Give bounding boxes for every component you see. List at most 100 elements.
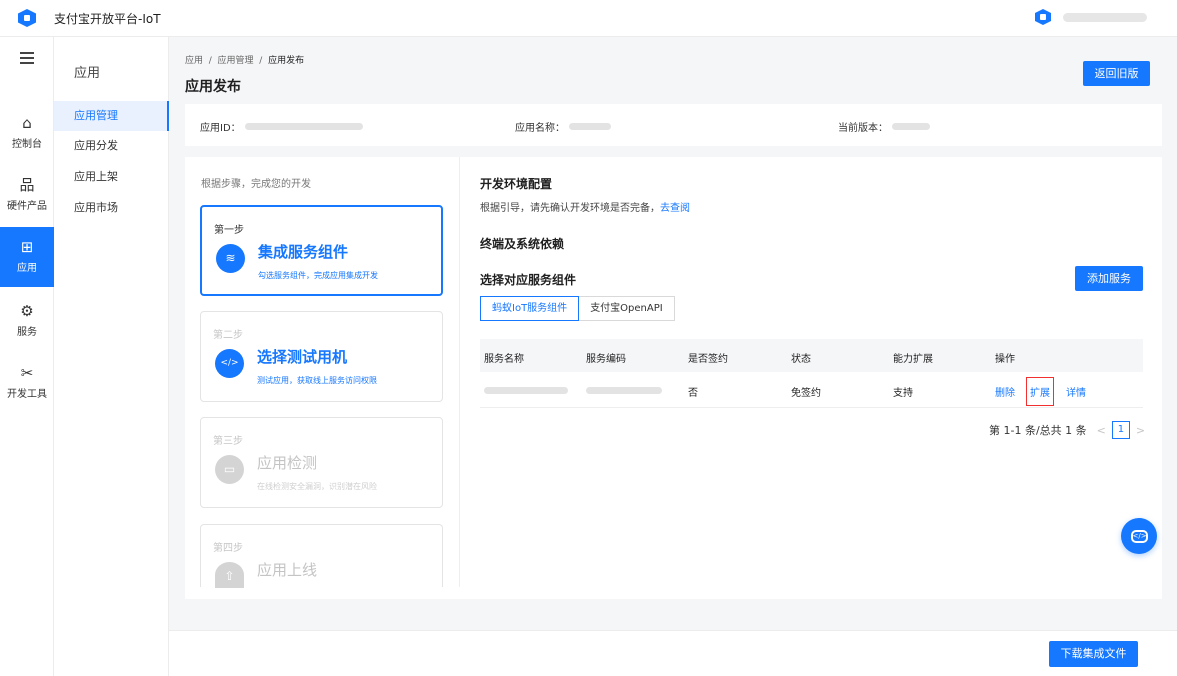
subnav-item-app-management[interactable]: 应用管理 <box>54 101 169 131</box>
table-header: 服务名称 服务编码 是否签约 状态 能力扩展 操作 <box>480 339 1143 372</box>
steps-hint: 根据步骤，完成您的开发 <box>201 179 311 190</box>
view-docs-link[interactable]: 去查阅 <box>660 203 690 214</box>
collapse-menu-icon[interactable] <box>20 52 34 64</box>
table-row: 否 免签约 支持 删除 扩展 详情 <box>480 372 1143 408</box>
step-desc: 在线检测安全漏洞，识别潜在风险 <box>257 482 377 491</box>
rail-item-console[interactable]: ⌂ 控制台 <box>0 103 54 163</box>
rail-item-services[interactable]: ⚙ 服务 <box>0 291 54 351</box>
next-page-icon[interactable]: > <box>1136 424 1145 437</box>
step-1-card[interactable]: 第一步 ≋ 集成服务组件 勾选服务组件，完成应用集成开发 <box>200 205 443 296</box>
step-number: 第一步 <box>214 225 244 236</box>
back-to-old-version-button[interactable]: 返回旧版 <box>1083 61 1150 86</box>
hardware-icon: 品 <box>19 176 35 194</box>
top-bar: 支付宝开放平台-IoT <box>0 0 1177 37</box>
page-1-button[interactable]: 1 <box>1111 421 1130 439</box>
rail-item-label: 开发工具 <box>7 389 47 400</box>
subnav-item-app-listing[interactable]: 应用上架 <box>54 162 169 192</box>
app-info-bar: 应用ID： 应用名称： 当前版本： <box>185 104 1162 146</box>
main-nav-rail: ⌂ 控制台 品 硬件产品 ⊞ 应用 ⚙ 服务 ✂ 开发工具 <box>0 37 54 676</box>
floating-dev-helper-button[interactable]: </> <box>1121 518 1157 554</box>
cell-signed: 否 <box>688 388 698 399</box>
home-icon: ⌂ <box>22 114 32 132</box>
step-name: 集成服务组件 <box>258 243 349 261</box>
col-service-name: 服务名称 <box>484 354 524 365</box>
cell-status: 免签约 <box>791 388 821 399</box>
rail-item-hardware[interactable]: 品 硬件产品 <box>0 165 54 225</box>
dev-env-desc: 根据引导，请先确认开发环境是否完备，去查阅 <box>480 199 690 214</box>
step-number: 第四步 <box>213 543 243 554</box>
app-name-value-redacted <box>569 123 611 130</box>
app-name-label: 应用名称： <box>515 123 565 134</box>
version-label: 当前版本： <box>838 123 888 134</box>
rail-item-devtools[interactable]: ✂ 开发工具 <box>0 353 54 413</box>
layers-icon: ≋ <box>216 244 245 273</box>
extend-link[interactable]: 扩展 <box>1026 377 1054 406</box>
step-number: 第二步 <box>213 330 243 341</box>
app-name: 应用名称： <box>515 119 611 134</box>
step-name: 应用检测 <box>257 454 318 472</box>
service-tabs: 蚂蚁IoT服务组件 支付宝OpenAPI <box>480 296 675 321</box>
col-actions: 操作 <box>995 354 1015 365</box>
tab-openapi[interactable]: 支付宝OpenAPI <box>579 296 675 321</box>
code-bubble-icon: </> <box>1130 529 1148 543</box>
drive-icon: ▭ <box>215 455 244 484</box>
pagination: 第 1-1 条/总共 1 条 < 1 > <box>989 421 1151 439</box>
tab-iot-components[interactable]: 蚂蚁IoT服务组件 <box>480 296 580 321</box>
col-extension: 能力扩展 <box>893 354 933 365</box>
dev-env-title: 开发环境配置 <box>480 177 553 191</box>
footer-bar: 下载集成文件 <box>169 630 1177 676</box>
rail-item-label: 控制台 <box>12 139 42 150</box>
dev-env-desc-text: 根据引导，请先确认开发环境是否完备， <box>480 203 660 214</box>
panel-divider <box>459 157 460 587</box>
step-desc: 勾选服务组件，完成应用集成开发 <box>258 271 378 280</box>
col-signed: 是否签约 <box>688 354 728 365</box>
cell-extension: 支持 <box>893 388 913 399</box>
add-service-button[interactable]: 添加服务 <box>1075 266 1143 291</box>
details-link[interactable]: 详情 <box>1066 384 1086 399</box>
step-number: 第三步 <box>213 436 243 447</box>
user-name-redacted <box>1063 12 1147 22</box>
main-panel: 根据步骤，完成您的开发 第一步 ≋ 集成服务组件 勾选服务组件，完成应用集成开发… <box>185 157 1162 599</box>
delete-link[interactable]: 删除 <box>995 384 1015 399</box>
step-name: 选择测试用机 <box>257 348 348 366</box>
breadcrumb-separator: / <box>208 56 212 66</box>
apps-grid-icon: ⊞ <box>20 238 34 256</box>
breadcrumb-current: 应用发布 <box>268 56 305 66</box>
step-3-card[interactable]: 第三步 ▭ 应用检测 在线检测安全漏洞，识别潜在风险 <box>200 417 443 508</box>
app-id: 应用ID： <box>200 119 363 134</box>
pagination-summary: 第 1-1 条/总共 1 条 <box>989 424 1087 437</box>
rail-item-label: 硬件产品 <box>7 201 47 212</box>
breadcrumb-app-management[interactable]: 应用管理 <box>218 56 254 66</box>
breadcrumb-separator: / <box>259 56 263 66</box>
step-2-card[interactable]: 第二步 </> 选择测试用机 测试应用，获取线上服务访问权限 <box>200 311 443 402</box>
platform-logo-icon[interactable] <box>18 9 36 27</box>
prev-page-icon[interactable]: < <box>1097 424 1106 437</box>
sub-nav: 应用 应用管理 应用分发 应用上架 应用市场 <box>54 37 169 676</box>
subnav-title: 应用 <box>74 66 101 81</box>
current-version: 当前版本： <box>838 119 930 134</box>
service-section-title: 选择对应服务组件 <box>480 273 577 287</box>
service-name-redacted <box>484 387 568 394</box>
tools-icon: ✂ <box>20 364 34 382</box>
breadcrumb-apps[interactable]: 应用 <box>185 56 203 66</box>
rail-item-apps[interactable]: ⊞ 应用 <box>0 227 54 287</box>
breadcrumb: 应用 / 应用管理 / 应用发布 <box>185 53 304 66</box>
step-name: 应用上线 <box>257 561 318 579</box>
page-title: 应用发布 <box>185 79 241 95</box>
rail-item-label: 应用 <box>17 263 37 274</box>
version-value-redacted <box>892 123 930 130</box>
user-avatar-icon <box>1035 9 1051 25</box>
service-code-redacted <box>586 387 662 394</box>
code-icon: </> <box>215 349 244 378</box>
col-service-code: 服务编码 <box>586 354 626 365</box>
subnav-item-app-market[interactable]: 应用市场 <box>54 193 169 223</box>
step-desc: 测试应用，获取线上服务访问权限 <box>257 376 377 385</box>
subnav-item-app-distribution[interactable]: 应用分发 <box>54 131 169 161</box>
user-menu[interactable] <box>1035 9 1147 25</box>
upload-icon: ⇧ <box>215 562 244 588</box>
gear-icon: ⚙ <box>20 302 34 320</box>
download-integration-files-button[interactable]: 下载集成文件 <box>1049 641 1138 667</box>
step-4-card[interactable]: 第四步 ⇧ 应用上线 <box>200 524 443 588</box>
col-status: 状态 <box>791 354 811 365</box>
app-title: 支付宝开放平台-IoT <box>54 11 161 26</box>
